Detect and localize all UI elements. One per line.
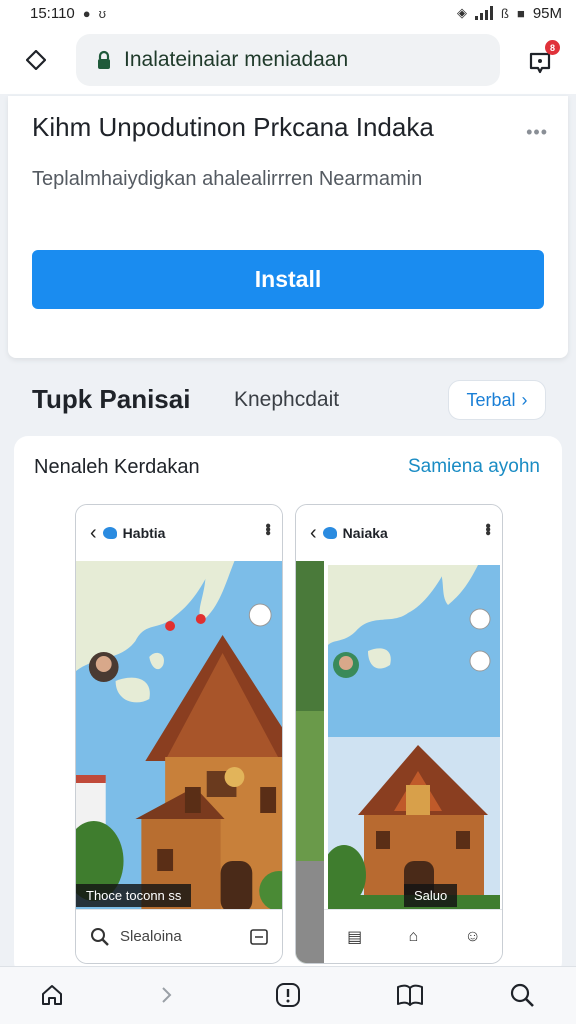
tab-bag-icon: ⌂ (408, 927, 419, 945)
chevron-right-icon: › (521, 389, 528, 410)
url-text: Inalateinaiar meniadaan (124, 48, 349, 71)
status-time: 15:110 (30, 4, 75, 22)
phone-search-text: Slealoina (120, 928, 182, 945)
phone-caption: Thoce toconn ss (76, 884, 192, 907)
section-header: Tupk Panisai Knephcdait Terbal › (0, 376, 576, 424)
screenshot-1[interactable]: ‹ Habtia ••• Thoce toconn ss Slealoina (75, 504, 283, 964)
install-card: Kihm Unpodutinon Prkcana Indaka ••• Tepl… (8, 96, 568, 358)
screenshots-link[interactable]: Samiena ayohn (408, 456, 540, 478)
status-bar: 15:110 ● ʊ ◈ ß ■ 95M (0, 0, 576, 26)
phone-header: ‹ Habtia ••• (76, 505, 282, 561)
tab-list-icon: ▤ (347, 928, 363, 946)
app-description: Teplalmhaiydigkan ahalealirrren Nearmami… (32, 168, 423, 190)
phone-app-name: Habtia (122, 525, 166, 541)
phone-header: ‹ Naiaka ••• (296, 505, 502, 561)
app-status-icon: ʊ (98, 5, 107, 21)
screenshots-card: Nenaleh Kerdakan Samiena ayohn ‹ Habtia … (14, 436, 562, 976)
bottom-navigation (0, 966, 576, 1024)
diamond-icon[interactable] (26, 50, 46, 70)
status-battery: 95M (532, 4, 562, 22)
app-logo-icon (102, 527, 117, 539)
url-bar[interactable]: Inalateinaiar meniadaan (76, 34, 500, 86)
install-button[interactable]: Install (32, 250, 544, 309)
forward-icon[interactable] (152, 981, 180, 1009)
back-icon: ‹ (90, 521, 97, 544)
screenshot-2[interactable]: ‹ Naiaka ••• Saluo ▤ ⌂ ☺ (295, 504, 503, 964)
phone-menu-icon: ••• (479, 523, 496, 534)
pill-label: Terbal (466, 389, 516, 410)
notification-badge: 8 (545, 40, 560, 55)
search-icon[interactable] (508, 981, 536, 1009)
phone-app-name: Naiaka (342, 525, 388, 541)
notification-dot-icon: ● (82, 5, 91, 21)
previous-screenshot-edge (296, 561, 324, 963)
search-icon (91, 927, 109, 946)
back-icon: ‹ (310, 521, 317, 544)
map-scene (328, 565, 500, 911)
lock-icon (98, 50, 110, 69)
app-logo-icon (322, 527, 337, 539)
filter-icon (250, 928, 268, 945)
map-scene (76, 561, 282, 913)
phone-search-bar: Slealoina (76, 909, 282, 963)
notification-bell-icon[interactable]: 8 (524, 40, 560, 76)
data-icon: ß (501, 5, 509, 21)
section-pill-button[interactable]: Terbal › (448, 380, 546, 420)
browser-bar: Inalateinaiar meniadaan 8 (0, 26, 576, 94)
app-title: Kihm Unpodutinon Prkcana Indaka (32, 112, 434, 142)
book-icon[interactable] (396, 981, 424, 1009)
section-subtitle: Knephcdait (234, 388, 340, 411)
more-options-icon[interactable]: ••• (526, 122, 548, 143)
wifi-icon: ◈ (457, 5, 467, 20)
battery-icon: ■ (516, 5, 525, 21)
section-title: Tupk Panisai (32, 384, 191, 414)
home-icon[interactable] (38, 981, 66, 1009)
phone-menu-icon: ••• (259, 523, 276, 534)
phone-tab-bar: ▤ ⌂ ☺ (324, 909, 502, 963)
screenshots-title: Nenaleh Kerdakan (34, 456, 200, 478)
tab-profile-icon: ☺ (464, 927, 481, 945)
phone-caption: Saluo (404, 884, 458, 907)
signal-icon (475, 6, 493, 20)
info-icon[interactable] (274, 981, 302, 1009)
